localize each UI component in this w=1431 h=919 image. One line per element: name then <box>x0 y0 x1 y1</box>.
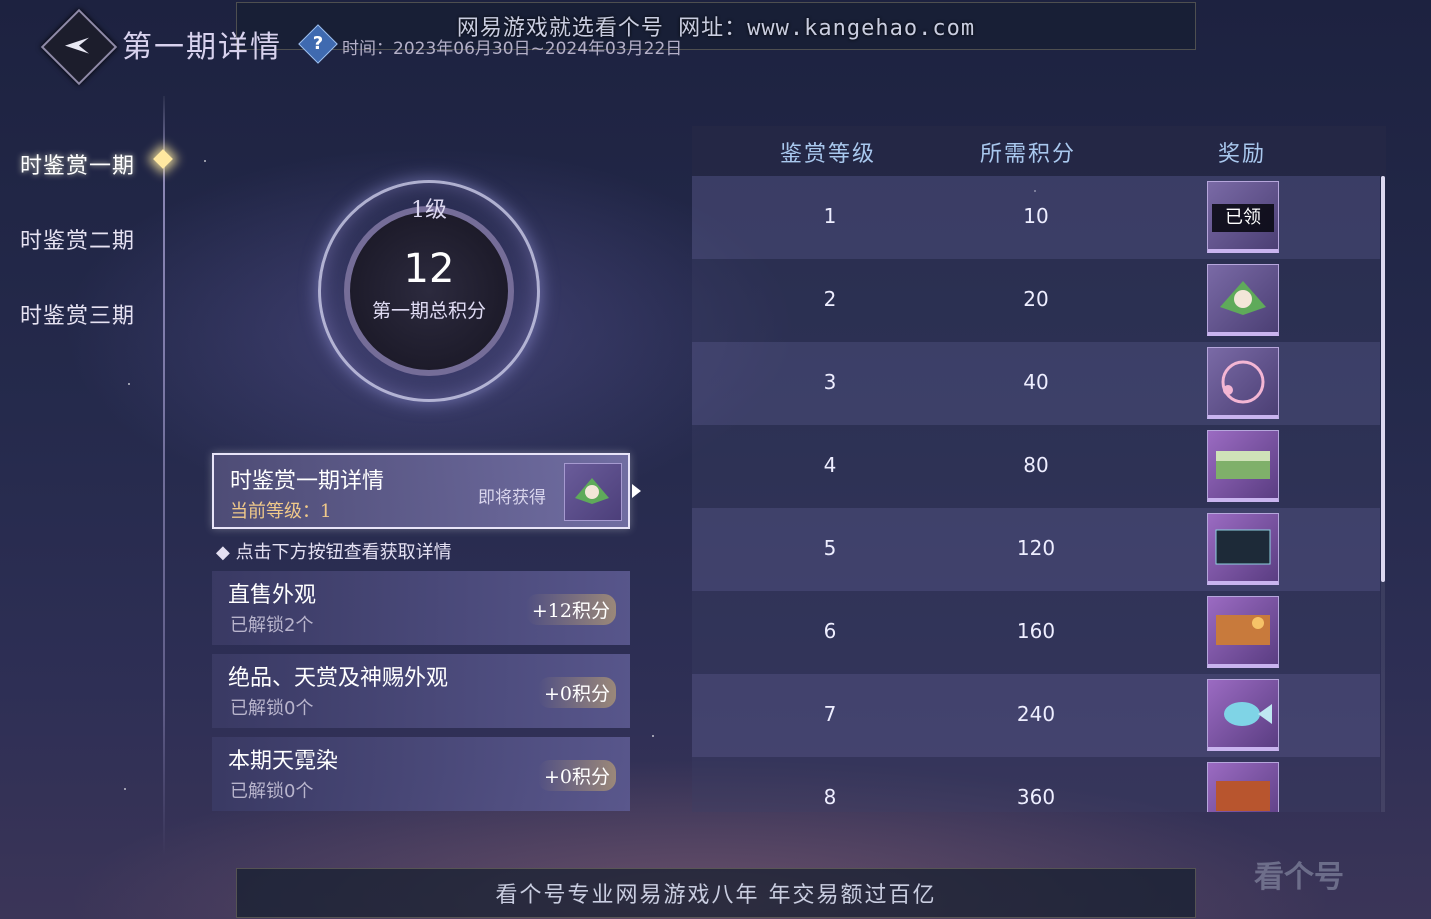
row-level: 2 <box>823 287 837 311</box>
row-level: 3 <box>823 370 837 394</box>
source-unlocked: 已解锁0个 <box>230 698 314 719</box>
ring-level: 1级 <box>411 198 447 223</box>
table-row: 4 80 <box>692 425 1380 508</box>
fish-icon <box>1224 702 1272 726</box>
source-points-badge: +0积分 <box>537 677 616 708</box>
reward-item-dark-frame[interactable] <box>1207 513 1279 585</box>
source-unlocked: 已解锁2个 <box>230 615 314 636</box>
page-title: 第一期详情 <box>122 30 282 65</box>
star-decoration <box>204 160 206 162</box>
header-level: 鉴赏等级 <box>780 142 877 167</box>
row-points: 10 <box>1023 204 1049 228</box>
current-level: 当前等级：1 <box>230 501 332 522</box>
reward-item-claimed[interactable]: 已领 <box>1207 181 1279 253</box>
claimed-label: 已领 <box>1212 204 1274 232</box>
header-reward: 奖励 <box>1218 142 1267 167</box>
source-unlocked: 已解锁0个 <box>230 781 314 802</box>
row-points: 240 <box>1016 702 1056 726</box>
row-points: 80 <box>1023 453 1049 477</box>
bottom-watermark-banner: 看个号专业网易游戏八年 年交易额过百亿 <box>236 868 1196 918</box>
zongzi-icon <box>1220 281 1266 315</box>
autumn-frame-icon <box>1216 615 1270 645</box>
sidebar-divider <box>163 96 165 856</box>
total-points-value: 12 <box>403 246 455 292</box>
row-level: 7 <box>823 702 837 726</box>
source-title: 绝品、天赏及神赐外观 <box>228 666 449 691</box>
period-time: 时间：2023年06月30日~2024年03月22日 <box>342 39 683 59</box>
sidebar-item-period-2[interactable]: 时鉴赏二期 <box>20 223 135 255</box>
source-direct-sale-button[interactable]: 直售外观 已解锁2个 +12积分 <box>212 571 630 645</box>
star-decoration <box>652 735 654 737</box>
flower-ring-icon <box>1221 360 1265 404</box>
source-points-badge: +0积分 <box>537 760 616 791</box>
row-points: 40 <box>1023 370 1049 394</box>
sidebar-item-period-1[interactable]: 时鉴赏一期 <box>20 148 135 180</box>
detail-arrow-icon <box>632 484 641 498</box>
reward-item-fire-frame[interactable] <box>1207 762 1279 812</box>
table-row: 3 40 <box>692 342 1380 425</box>
star-decoration <box>124 788 126 790</box>
bottom-watermark-text: 看个号专业网易游戏八年 年交易额过百亿 <box>495 883 937 908</box>
watermark-logo: 看个号 <box>1254 860 1344 895</box>
row-level: 6 <box>823 619 837 643</box>
table-row: 1 10 已领 <box>692 176 1380 259</box>
table-row: 2 20 <box>692 259 1380 342</box>
hint-text: ◆ 点击下方按钮查看获取详情 <box>216 542 452 563</box>
table-row: 8 360 <box>692 757 1380 812</box>
help-question-mark: ? <box>312 33 324 54</box>
reward-item-ring[interactable] <box>1207 347 1279 419</box>
total-points-label: 第一期总积分 <box>371 300 486 322</box>
detail-title: 时鉴赏一期详情 <box>230 469 385 494</box>
source-dye-button[interactable]: 本期天霓染 已解锁0个 +0积分 <box>212 737 630 811</box>
header-points: 所需积分 <box>980 142 1077 167</box>
upcoming-reward-label: 即将获得 <box>478 488 546 508</box>
back-button[interactable] <box>40 8 118 86</box>
star-decoration <box>128 383 130 385</box>
source-premium-button[interactable]: 绝品、天赏及神赐外观 已解锁0个 +0积分 <box>212 654 630 728</box>
reward-item-autumn-frame[interactable] <box>1207 596 1279 668</box>
active-marker-icon <box>153 149 173 169</box>
table-scrollbar[interactable] <box>1381 176 1385 812</box>
reward-table[interactable]: 1 10 已领 2 20 3 40 4 80 5 120 6 160 7 240… <box>692 176 1380 812</box>
table-row: 5 120 <box>692 508 1380 591</box>
score-ring: 1级 12 第一期总积分 <box>318 180 540 402</box>
row-points: 360 <box>1016 785 1056 809</box>
reward-table-header: 鉴赏等级 所需积分 奖励 <box>692 126 1386 176</box>
landscape-frame-icon <box>1216 451 1270 479</box>
reward-item-zongzi[interactable] <box>1207 264 1279 336</box>
row-level: 1 <box>823 204 837 228</box>
sidebar-item-period-3[interactable]: 时鉴赏三期 <box>20 298 135 330</box>
scrollbar-thumb[interactable] <box>1381 176 1385 582</box>
row-points: 160 <box>1016 619 1056 643</box>
fire-frame-icon <box>1216 781 1270 811</box>
row-points: 120 <box>1016 536 1056 560</box>
row-level: 8 <box>823 785 837 809</box>
back-arrow-icon <box>65 37 89 54</box>
row-level: 4 <box>823 453 837 477</box>
dark-frame-icon <box>1215 529 1271 565</box>
row-points: 20 <box>1023 287 1049 311</box>
source-title: 本期天霓染 <box>228 749 339 774</box>
source-points-badge: +12积分 <box>525 594 616 625</box>
table-row: 6 160 <box>692 591 1380 674</box>
upcoming-reward-thumbnail[interactable] <box>564 463 622 521</box>
reward-item-fish[interactable] <box>1207 679 1279 751</box>
reward-item-landscape-frame[interactable] <box>1207 430 1279 502</box>
table-row: 7 240 <box>692 674 1380 757</box>
period-detail-card[interactable]: 时鉴赏一期详情 当前等级：1 即将获得 <box>212 453 630 529</box>
source-title: 直售外观 <box>228 583 317 608</box>
row-level: 5 <box>823 536 837 560</box>
zongzi-icon <box>575 478 609 504</box>
